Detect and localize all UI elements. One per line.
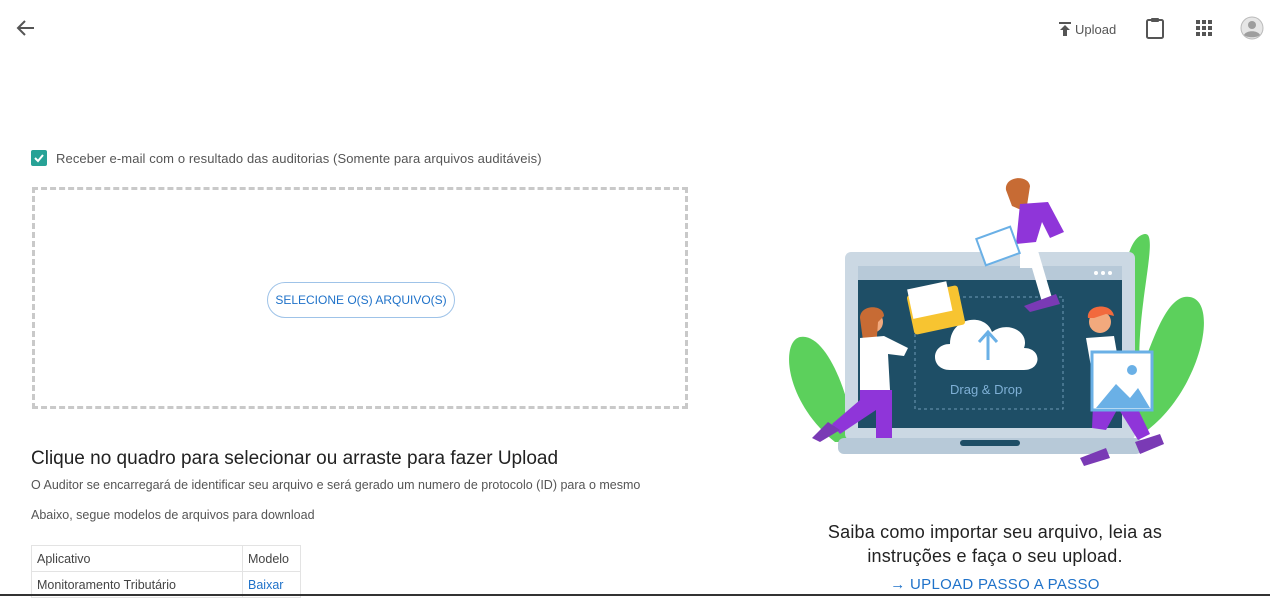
import-text-line2: instruções e faça o seu upload. [867,546,1123,566]
upload-button[interactable]: Upload [1058,18,1116,40]
back-button[interactable] [12,14,40,42]
upload-description: O Auditor se encarregará de identificar … [31,478,641,492]
upload-icon [1059,22,1071,36]
user-icon [1240,16,1264,40]
email-checkbox-row: Receber e-mail com o resultado das audit… [31,150,542,166]
drag-drop-label: Drag & Drop [950,382,1023,397]
apps-grid-icon [1196,20,1212,36]
check-icon [34,154,44,163]
clipboard-icon [1146,18,1164,39]
models-note: Abaixo, segue modelos de arquivos para d… [31,508,315,522]
import-text-line1: Saiba como importar seu arquivo, leia as [827,522,1163,542]
apps-button[interactable] [1194,18,1214,38]
import-instructions-text: Saiba como importar seu arquivo, leia as… [790,520,1200,568]
table-header-row: Aplicativo Modelo [31,545,301,572]
select-files-button[interactable]: SELECIONE O(S) ARQUIVO(S) [267,282,455,318]
upload-instructions-title: Clique no quadro para selecionar ou arra… [31,448,559,469]
drag-drop-illustration-image [789,178,1204,466]
download-link[interactable]: Baixar [248,578,283,592]
upload-illustration: Drag & Drop [780,172,1220,492]
column-header-model: Modelo [242,545,301,572]
clipboard-button[interactable] [1144,16,1166,40]
user-avatar[interactable] [1240,16,1264,40]
column-header-app: Aplicativo [31,545,243,572]
models-table: Aplicativo Modelo Monitoramento Tributár… [31,545,301,598]
email-checkbox-label: Receber e-mail com o resultado das audit… [56,150,542,166]
upload-label: Upload [1075,21,1117,37]
email-checkbox[interactable] [31,150,47,166]
arrow-left-icon [16,20,34,36]
upload-step-by-step-link[interactable]: → UPLOAD PASSO A PASSO [790,576,1200,593]
